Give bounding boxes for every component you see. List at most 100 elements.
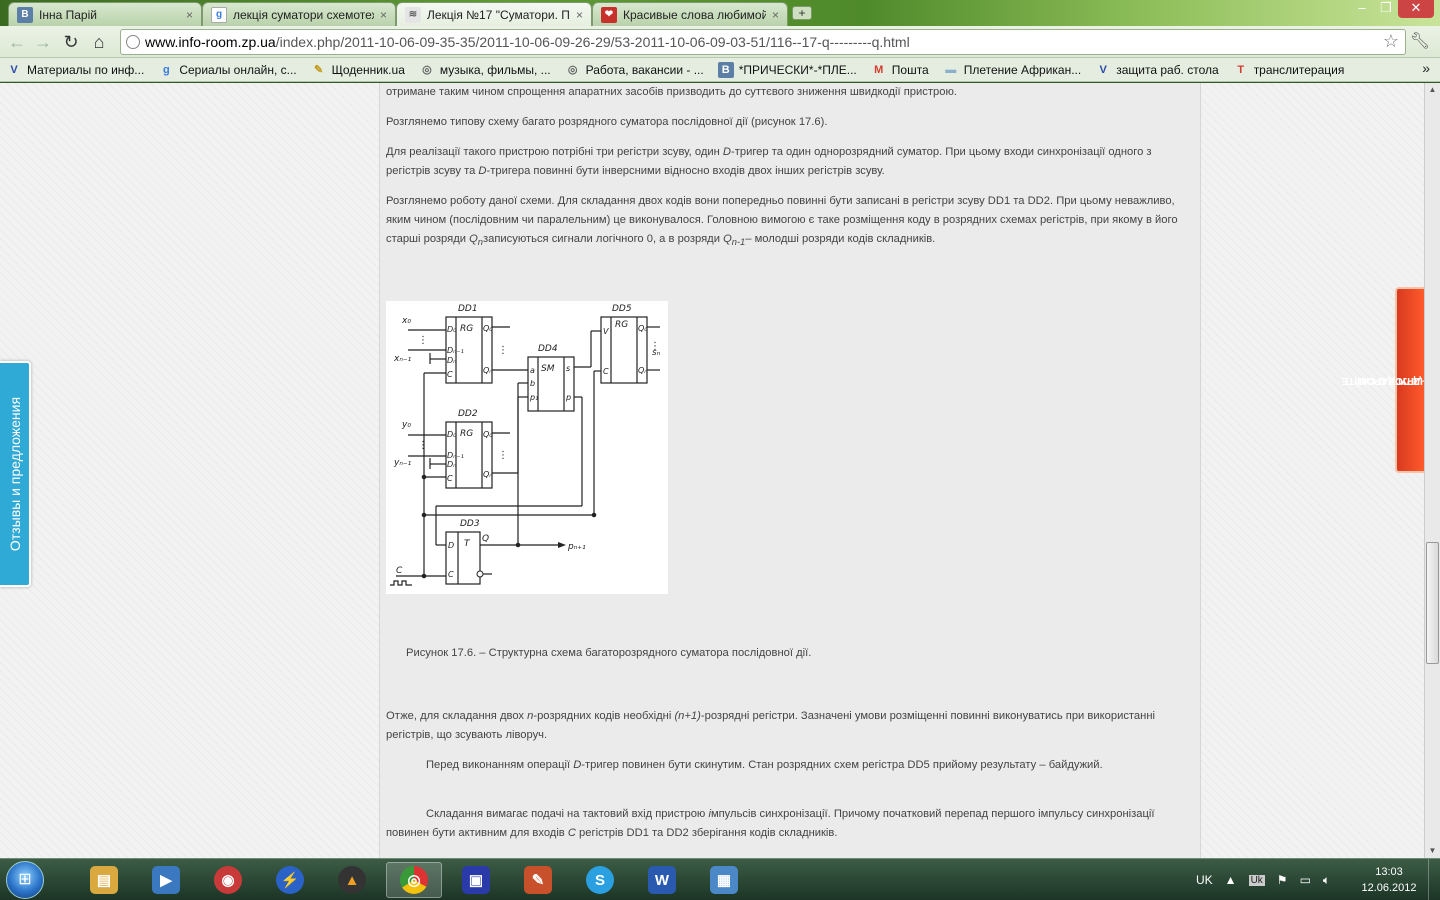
bookmarks-overflow-icon[interactable]: » — [1422, 60, 1430, 76]
bookmark-icon: V — [1099, 63, 1107, 76]
tab-close-icon[interactable]: × — [576, 8, 583, 22]
browser-toolbar: ← → ↻ ⌂ www.info-room.zp.ua/index.php/20… — [0, 26, 1440, 58]
close-window-icon[interactable]: ✕ — [1398, 0, 1434, 18]
feedback-tab[interactable]: Отзывы и предложения — [0, 361, 31, 587]
bookmark-desktop[interactable]: Vзащита раб. стола — [1095, 62, 1219, 78]
article-content: отримане таким чином спрощення апаратних… — [379, 83, 1201, 858]
address-bar[interactable]: www.info-room.zp.ua/index.php/2011-10-06… — [120, 29, 1406, 55]
bookmark-diary[interactable]: ✎ Щоденник.ua — [311, 62, 405, 78]
bookmark-serials[interactable]: g Сериалы онлайн, с... — [158, 62, 297, 78]
fig-label-y0: y₀ — [401, 420, 411, 430]
taskbar: ⊞ ▤ ▶ ◉ ⚡ ▲ ◎ ▣ ✎ S W ▦ UK ▲ Uk ⚑ ▭ 🔈︎ 1… — [0, 858, 1440, 900]
clock-time: 13:03 — [1375, 866, 1403, 878]
taskbar-floppy-app[interactable]: ▣ — [448, 862, 504, 898]
bookmark-hair[interactable]: В *ПРИЧЕСКИ*-*ПЛЕ... — [717, 61, 857, 78]
globe-icon — [126, 35, 140, 49]
fig-label-dd2-c: C — [447, 474, 453, 483]
taskbar-skype[interactable]: S — [572, 862, 628, 898]
taskbar-explorer[interactable]: ▤ — [76, 862, 132, 898]
bookmark-jobs[interactable]: ◎ Работа, вакансии - ... — [565, 62, 704, 78]
back-icon[interactable]: ← — [6, 31, 28, 53]
scroll-down-icon[interactable]: ▼ — [1425, 844, 1440, 858]
fig-label-dd2-dn1: Dₙ₋₁ — [447, 451, 464, 460]
tab-close-icon[interactable]: × — [380, 8, 387, 22]
taskbar-chrome[interactable]: ◎ — [386, 862, 442, 898]
url-host: www.info-room.zp.ua — [145, 34, 276, 50]
vk-favicon-icon: В — [17, 6, 33, 23]
clock-date: 12.06.2012 — [1361, 882, 1417, 894]
feedback-label: Отзывы и предложения — [6, 396, 23, 552]
svg-text:⋮: ⋮ — [418, 335, 428, 346]
show-hidden-icons-icon[interactable]: ▲ — [1225, 873, 1237, 887]
fig-label-dd4-b: b — [530, 379, 535, 388]
bookmark-label: Плетение Африкан... — [963, 62, 1082, 77]
bookmark-music[interactable]: ◎ музыка, фильмы, ... — [419, 62, 551, 78]
fig-label-dd1-q0: Q₀ — [483, 324, 493, 333]
tab-words[interactable]: ❤ Красивые слова любимой × — [592, 2, 788, 26]
fig-label-dd5-c: C — [603, 367, 609, 376]
fig-label-dd4-s: s — [566, 364, 570, 373]
bookmark-mail[interactable]: M Пошта — [871, 62, 929, 78]
tab-search[interactable]: g лекція суматори схемотех × — [202, 2, 396, 26]
wrench-icon[interactable]: 🔧︎ — [1410, 31, 1430, 51]
action-center-flag-icon[interactable]: ⚑ — [1277, 873, 1288, 887]
minimize-icon[interactable]: – — [1350, 0, 1374, 18]
skype-icon: S — [586, 866, 614, 894]
url-path: /index.php/2011-10-06-09-35-35/2011-10-0… — [275, 34, 910, 50]
start-button[interactable]: ⊞ — [6, 861, 44, 899]
taskbar-media-player[interactable]: ▶ — [138, 862, 194, 898]
bookmark-icon: ◎ — [567, 64, 578, 76]
reload-icon[interactable]: ↻ — [60, 31, 82, 53]
tab-inna[interactable]: В Інна Парій × — [8, 2, 202, 26]
forward-icon[interactable]: → — [32, 31, 54, 53]
fig-label-dd4-p1: p₁ — [529, 393, 538, 402]
bookmark-label: *ПРИЧЕСКИ*-*ПЛЕ... — [738, 62, 857, 77]
fig-label-x0: x₀ — [401, 316, 411, 326]
volume-icon[interactable]: 🔈︎ — [1323, 873, 1330, 888]
tab-label: лекція суматори схемотех — [233, 7, 374, 22]
system-tray: UK ▲ Uk ⚑ ▭ 🔈︎ — [1196, 859, 1342, 900]
bookmark-icon: T — [1237, 63, 1245, 76]
taskbar-warning-app[interactable]: ▲ — [324, 862, 380, 898]
scroll-up-icon[interactable]: ▲ — [1425, 83, 1440, 97]
fig-label-dd2-q0: Q₀ — [483, 430, 493, 439]
bookmark-translit[interactable]: Tтранслитерация — [1233, 62, 1344, 78]
fig-label-c: C — [396, 566, 403, 576]
scroll-thumb[interactable] — [1426, 542, 1439, 664]
bookmark-star-icon[interactable]: ☆ — [1383, 31, 1399, 52]
new-tab-button[interactable]: + — [792, 6, 812, 20]
bookmark-label: музыка, фильмы, ... — [439, 62, 551, 77]
word-icon: W — [648, 866, 676, 894]
bookmark-label: защита раб. стола — [1116, 62, 1219, 77]
fig-label-dd4: DD4 — [538, 344, 558, 354]
taskbar-word[interactable]: W — [634, 862, 690, 898]
svg-text:⋮: ⋮ — [498, 345, 508, 356]
fig-label-pn1: pₙ₊₁ — [567, 542, 586, 552]
taskbar-lightning[interactable]: ⚡ — [262, 862, 318, 898]
tab-close-icon[interactable]: × — [186, 8, 193, 22]
tab-label: Інна Парій — [39, 7, 97, 22]
chrome-icon: ◎ — [400, 866, 428, 894]
folder-icon: ▤ — [90, 866, 118, 894]
bookmark-icon: V — [10, 63, 18, 76]
bookmark-weaving[interactable]: ▬ Плетение Африкан... — [943, 62, 1081, 78]
taskbar-paint[interactable]: ✎ — [510, 862, 566, 898]
language-indicator[interactable]: UK — [1196, 873, 1213, 887]
page-scrollbar[interactable]: ▲ ▼ — [1424, 83, 1440, 858]
fig-label-dd1-dn: Dₙ — [447, 356, 456, 365]
tab-close-icon[interactable]: × — [772, 8, 779, 22]
network-icon[interactable]: ▭ — [1300, 873, 1311, 887]
share-promo-tab[interactable]: РАССКАЖИ ДРУГУ О САЙТЕИ ПОЛУЧИ ПОДАРОК! — [1341, 287, 1424, 473]
keyboard-layout-icon[interactable]: Uk — [1248, 874, 1265, 886]
taskbar-control-panel[interactable]: ▦ — [696, 862, 752, 898]
tab-lecture[interactable]: ≋ Лекція №17 "Суматори. П × — [396, 2, 592, 26]
show-desktop-button[interactable] — [1428, 859, 1440, 900]
taskbar-app-red[interactable]: ◉ — [200, 862, 256, 898]
tab-label: Лекція №17 "Суматори. П — [427, 7, 570, 22]
bookmark-icon: ◎ — [422, 64, 432, 76]
home-icon[interactable]: ⌂ — [88, 31, 110, 53]
clock[interactable]: 13:03 12.06.2012 — [1354, 864, 1424, 896]
fig-label-dd3: DD3 — [460, 519, 480, 529]
maximize-icon[interactable]: ❐ — [1374, 0, 1398, 18]
bookmark-materials[interactable]: V Материалы по инф... — [6, 62, 144, 78]
